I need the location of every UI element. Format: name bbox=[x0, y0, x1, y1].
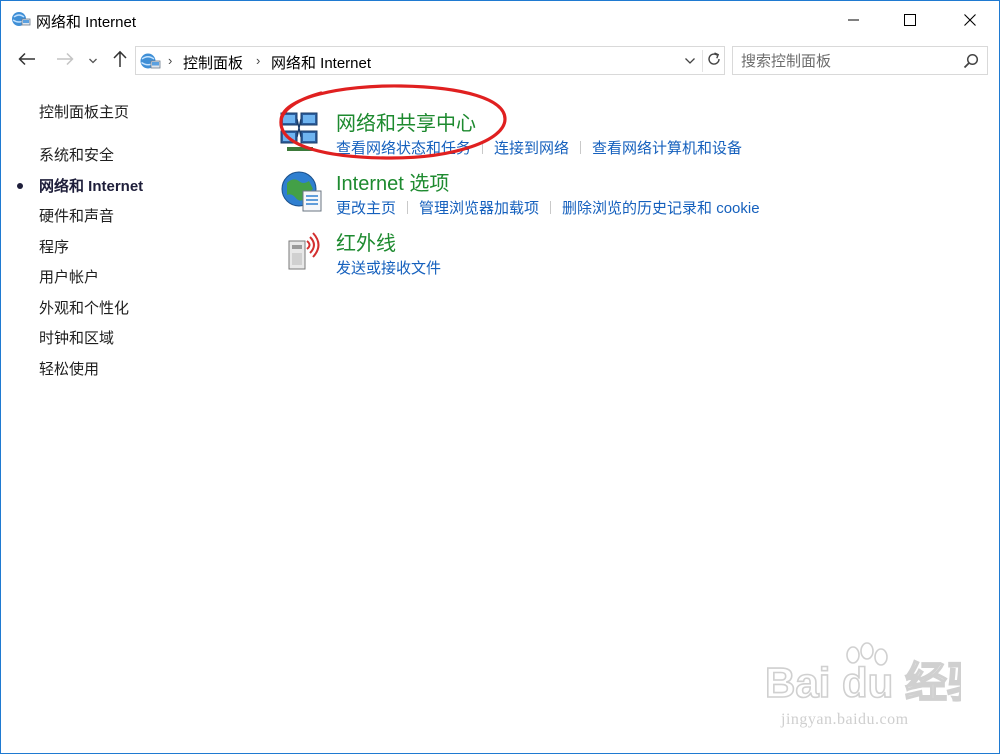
address-bar[interactable]: › 控制面板 › 网络和 Internet bbox=[135, 46, 725, 75]
control-panel-window: 网络和 Internet › 控制面板 › 网络和 Internet 搜索控制面… bbox=[0, 0, 1000, 754]
link-divider bbox=[580, 141, 582, 154]
refresh-icon bbox=[706, 51, 722, 72]
category-title[interactable]: 红外线 bbox=[336, 227, 396, 256]
maximize-button[interactable] bbox=[887, 1, 933, 39]
chevron-down-icon bbox=[684, 52, 696, 70]
chevron-down-icon bbox=[88, 52, 98, 70]
up-button[interactable] bbox=[107, 49, 133, 73]
baidu-paw-logo: Bai du 经验 bbox=[764, 642, 990, 707]
recent-locations-button[interactable] bbox=[85, 49, 101, 73]
breadcrumb-separator-icon[interactable]: › bbox=[256, 53, 260, 68]
send-receive-files-link[interactable]: 发送或接收文件 bbox=[336, 260, 441, 277]
change-home-page-link[interactable]: 更改主页 bbox=[336, 200, 396, 217]
arrow-left-icon bbox=[18, 52, 36, 71]
sidebar-item-clock-region[interactable]: 时钟和区域 bbox=[39, 327, 114, 348]
internet-options-icon bbox=[279, 169, 325, 215]
title-bar[interactable]: 网络和 Internet bbox=[1, 1, 999, 39]
arrow-up-icon bbox=[112, 50, 128, 73]
sidebar-item-ease-of-access[interactable]: 轻松使用 bbox=[39, 358, 99, 379]
control-panel-home-link[interactable]: 控制面板主页 bbox=[39, 101, 129, 122]
sidebar-item-user-accounts[interactable]: 用户帐户 bbox=[39, 266, 99, 287]
watermark-url: jingyan.baidu.com bbox=[781, 711, 909, 728]
address-dropdown-button[interactable] bbox=[680, 50, 700, 72]
sidebar-item-system-security[interactable]: 系统和安全 bbox=[39, 144, 114, 165]
control-panel-icon bbox=[139, 51, 161, 71]
forward-button[interactable] bbox=[51, 49, 79, 73]
breadcrumb-control-panel[interactable]: 控制面板 bbox=[183, 52, 243, 73]
baidu-watermark: Bai du 经验 jingyan.baidu.com bbox=[761, 641, 990, 741]
navigation-bar: › 控制面板 › 网络和 Internet bbox=[1, 41, 999, 81]
view-network-computers-link[interactable]: 查看网络计算机和设备 bbox=[592, 140, 742, 157]
link-divider bbox=[550, 201, 552, 214]
sidebar-item-network-internet[interactable]: 网络和 Internet bbox=[39, 175, 143, 196]
breadcrumb-separator-icon[interactable]: › bbox=[168, 53, 172, 68]
arrow-right-icon bbox=[56, 52, 74, 71]
delete-browsing-history-link[interactable]: 删除浏览的历史记录和 cookie bbox=[562, 200, 760, 217]
left-navigation: 控制面板主页 系统和安全 网络和 Internet 硬件和声音 程序 用户帐户 … bbox=[1, 91, 261, 411]
active-item-bullet bbox=[17, 183, 23, 189]
category-internet-options: Internet 选项 更改主页 管理浏览器加载项 删除浏览的历史记录和 cooki… bbox=[277, 167, 977, 223]
sidebar-item-appearance[interactable]: 外观和个性化 bbox=[39, 297, 129, 318]
window-title: 网络和 Internet bbox=[36, 14, 137, 31]
watermark-brand-text: Bai du 经验 bbox=[765, 659, 961, 706]
search-box[interactable] bbox=[732, 46, 988, 75]
category-links: 更改主页 管理浏览器加载项 删除浏览的历史记录和 cookie bbox=[336, 197, 760, 218]
refresh-button[interactable] bbox=[702, 50, 724, 72]
back-button[interactable] bbox=[13, 49, 41, 73]
sidebar-item-hardware-sound[interactable]: 硬件和声音 bbox=[39, 205, 114, 226]
sidebar-item-programs[interactable]: 程序 bbox=[39, 236, 69, 257]
minimize-button[interactable] bbox=[831, 1, 877, 39]
category-title[interactable]: Internet 选项 bbox=[336, 167, 449, 196]
search-input[interactable] bbox=[741, 52, 951, 70]
highlight-ellipse bbox=[279, 84, 507, 160]
category-infrared: 红外线 发送或接收文件 bbox=[277, 227, 977, 283]
breadcrumb-network-internet[interactable]: 网络和 Internet bbox=[271, 52, 371, 73]
search-icon[interactable] bbox=[963, 53, 979, 69]
network-globe-icon bbox=[11, 10, 31, 28]
manage-add-ons-link[interactable]: 管理浏览器加载项 bbox=[419, 200, 539, 217]
category-links: 发送或接收文件 bbox=[336, 257, 441, 278]
close-button[interactable] bbox=[947, 1, 993, 39]
infrared-icon bbox=[279, 229, 325, 275]
link-divider bbox=[407, 201, 409, 214]
